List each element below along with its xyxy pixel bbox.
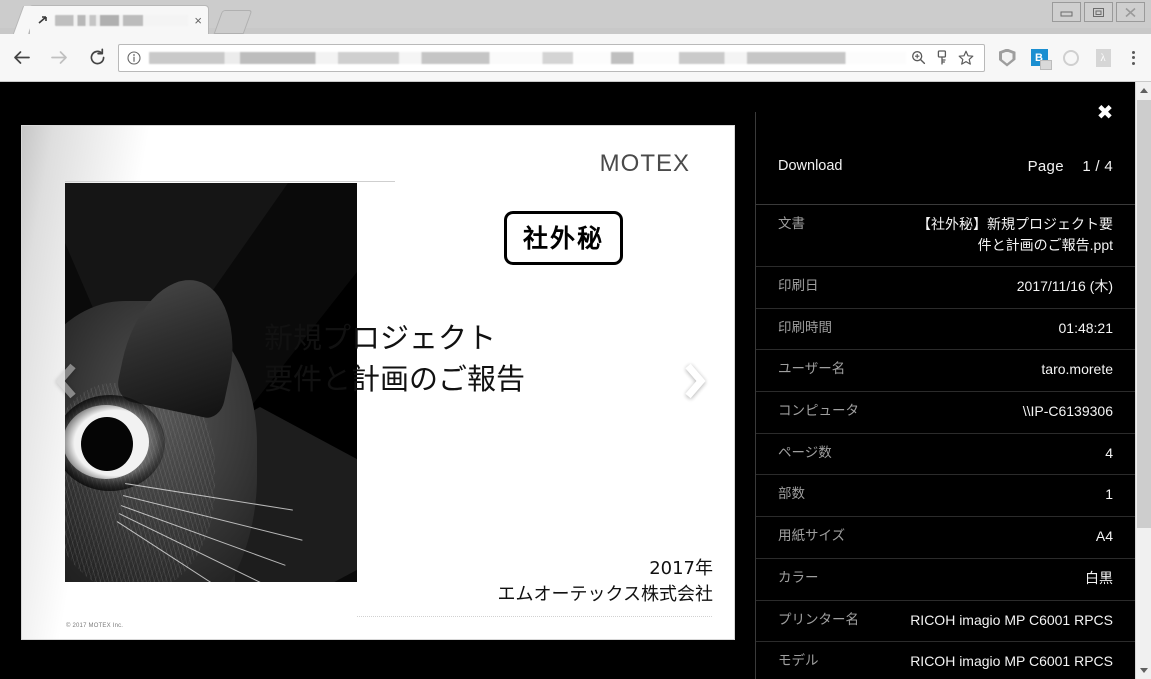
reload-button[interactable] xyxy=(80,41,114,75)
detail-row: ユーザー名 taro.morete xyxy=(756,349,1135,391)
print-detail-panel: Download Page 1 / 4 文書 【社外秘】新規プロジェクト要件と計画… xyxy=(756,82,1135,679)
detail-row-value: 4 xyxy=(1105,444,1113,461)
slide-title: 新規プロジェクト 要件と計画のご報告 xyxy=(264,318,704,400)
window-close-button[interactable] xyxy=(1116,2,1145,22)
title-bar: × xyxy=(0,0,1151,34)
detail-row-label: ユーザー名 xyxy=(778,361,846,378)
detail-row-label: 部数 xyxy=(778,486,805,503)
slide-footer-year: 2017年 xyxy=(649,557,713,579)
slide-dotted-rule xyxy=(357,616,712,617)
chrome-menu-button[interactable] xyxy=(1119,50,1147,65)
detail-row-label: 用紙サイズ xyxy=(778,528,846,545)
page-indicator-label: Page xyxy=(1027,157,1064,175)
detail-row-label: プリンター名 xyxy=(778,611,859,628)
page-scrollbar[interactable] xyxy=(1135,82,1151,679)
window-restore-button[interactable] xyxy=(1084,2,1113,22)
detail-row-value: 【社外秘】新規プロジェクト要件と計画のご報告.ppt xyxy=(917,216,1113,253)
page-indicator-value: 1 / 4 xyxy=(1082,157,1113,175)
detail-row: カラー 白黒 xyxy=(756,557,1135,600)
detail-row: 印刷時間 01:48:21 xyxy=(756,307,1135,350)
motex-logo: MOTEX xyxy=(599,150,690,177)
tab-favicon-icon xyxy=(36,13,50,27)
forward-button[interactable] xyxy=(42,41,76,75)
detail-row-value: \\IP-C6139306 xyxy=(1022,403,1113,420)
window-controls xyxy=(1052,2,1145,22)
detail-row-label: 印刷時間 xyxy=(778,319,832,336)
slide-viewer: MOTEX 社外秘 新規プロジェクト 要件と計画のご報告 2017年 エムオーテ… xyxy=(0,82,755,679)
slide-title-line2: 要件と計画のご報告 xyxy=(264,362,526,397)
info-circle-icon[interactable] xyxy=(125,50,143,65)
window-minimize-button[interactable] xyxy=(1052,2,1081,22)
detail-row: モデル RICOH imagio MP C6001 RPCS xyxy=(756,640,1135,679)
detail-row-label: モデル xyxy=(778,652,819,669)
detail-row-value: 1 xyxy=(1105,486,1113,503)
tab-strip: × xyxy=(0,6,1040,34)
slide-preview: MOTEX 社外秘 新規プロジェクト 要件と計画のご報告 2017年 エムオーテ… xyxy=(22,126,734,639)
detail-row-value: RICOH imagio MP C6001 RPCS xyxy=(910,652,1113,669)
tab-title-redacted xyxy=(55,14,189,26)
address-bar-url-redacted xyxy=(149,51,906,64)
scrollbar-up-arrow-icon[interactable] xyxy=(1136,82,1151,99)
star-icon[interactable] xyxy=(954,50,978,66)
detail-row: 部数 1 xyxy=(756,474,1135,516)
key-icon[interactable] xyxy=(930,50,954,65)
page-indicator: Page 1 / 4 xyxy=(1028,158,1113,175)
detail-row: ページ数 4 xyxy=(756,432,1135,475)
grey-circle-icon[interactable] xyxy=(1058,45,1084,71)
detail-row: プリンター名 RICOH imagio MP C6001 RPCS xyxy=(756,599,1135,641)
print-log-viewer: ✖ MOTEX 社外秘 新規プロジェクト 要件と計画のご報告 2017年 エムオ… xyxy=(0,82,1151,679)
scrollbar-down-arrow-icon[interactable] xyxy=(1136,662,1151,679)
browser-window: × B λ ✖ MOTEX 社外秘 新規プロジェクト 要件と計画のご報告 201… xyxy=(0,0,1151,679)
download-link[interactable]: Download xyxy=(778,158,843,174)
detail-row-value: A4 xyxy=(1095,528,1113,545)
detail-rows: 文書 【社外秘】新規プロジェクト要件と計画のご報告.ppt 印刷日 2017/11/1… xyxy=(756,204,1135,679)
slide-footer: 2017年 エムオーテックス株式会社 xyxy=(498,556,713,608)
slide-footer-company: エムオーテックス株式会社 xyxy=(497,583,713,605)
detail-row-value: taro.morete xyxy=(1041,361,1113,378)
next-slide-button[interactable] xyxy=(671,351,717,411)
confidential-badge: 社外秘 xyxy=(504,211,624,265)
shield-icon[interactable] xyxy=(994,45,1020,71)
back-button[interactable] xyxy=(4,41,38,75)
slide-title-line1: 新規プロジェクト xyxy=(264,321,497,355)
detail-row-value: RICOH imagio MP C6001 RPCS xyxy=(910,611,1113,628)
tab-close-icon[interactable]: × xyxy=(194,14,202,27)
pdf-icon[interactable]: λ xyxy=(1090,45,1116,71)
browser-tab[interactable]: × xyxy=(30,6,208,34)
detail-row-label: カラー xyxy=(778,569,819,586)
detail-row-value: 01:48:21 xyxy=(1058,319,1114,336)
slide-hairline xyxy=(65,181,395,182)
panel-header: Download Page 1 / 4 xyxy=(756,142,1135,190)
scrollbar-track[interactable] xyxy=(1137,528,1151,661)
previous-slide-button[interactable] xyxy=(44,351,90,411)
detail-row: 印刷日 2017/11/16 (木) xyxy=(756,266,1135,308)
detail-row-value: 2017/11/16 (木) xyxy=(1016,278,1113,294)
new-tab-button[interactable] xyxy=(213,10,253,34)
scrollbar-thumb[interactable] xyxy=(1137,100,1151,528)
blue-b-extension-icon[interactable]: B xyxy=(1026,45,1052,71)
address-bar[interactable] xyxy=(118,43,985,72)
detail-row-value: 白黒 xyxy=(1085,569,1113,586)
detail-row: 用紙サイズ A4 xyxy=(756,516,1135,558)
extensions-strip: B λ xyxy=(991,45,1151,71)
detail-row-label: 印刷日 xyxy=(778,278,819,294)
detail-row-label: 文書 xyxy=(778,216,805,232)
zoom-icon[interactable] xyxy=(906,50,930,65)
browser-toolbar: B λ xyxy=(0,34,1151,82)
slide-copyright: © 2017 MOTEX Inc. xyxy=(66,623,124,629)
detail-row-label: ページ数 xyxy=(778,444,832,461)
detail-row-label: コンピュータ xyxy=(778,403,859,420)
detail-row: コンピュータ \\IP-C6139306 xyxy=(756,391,1135,433)
detail-row: 文書 【社外秘】新規プロジェクト要件と計画のご報告.ppt xyxy=(756,204,1135,266)
